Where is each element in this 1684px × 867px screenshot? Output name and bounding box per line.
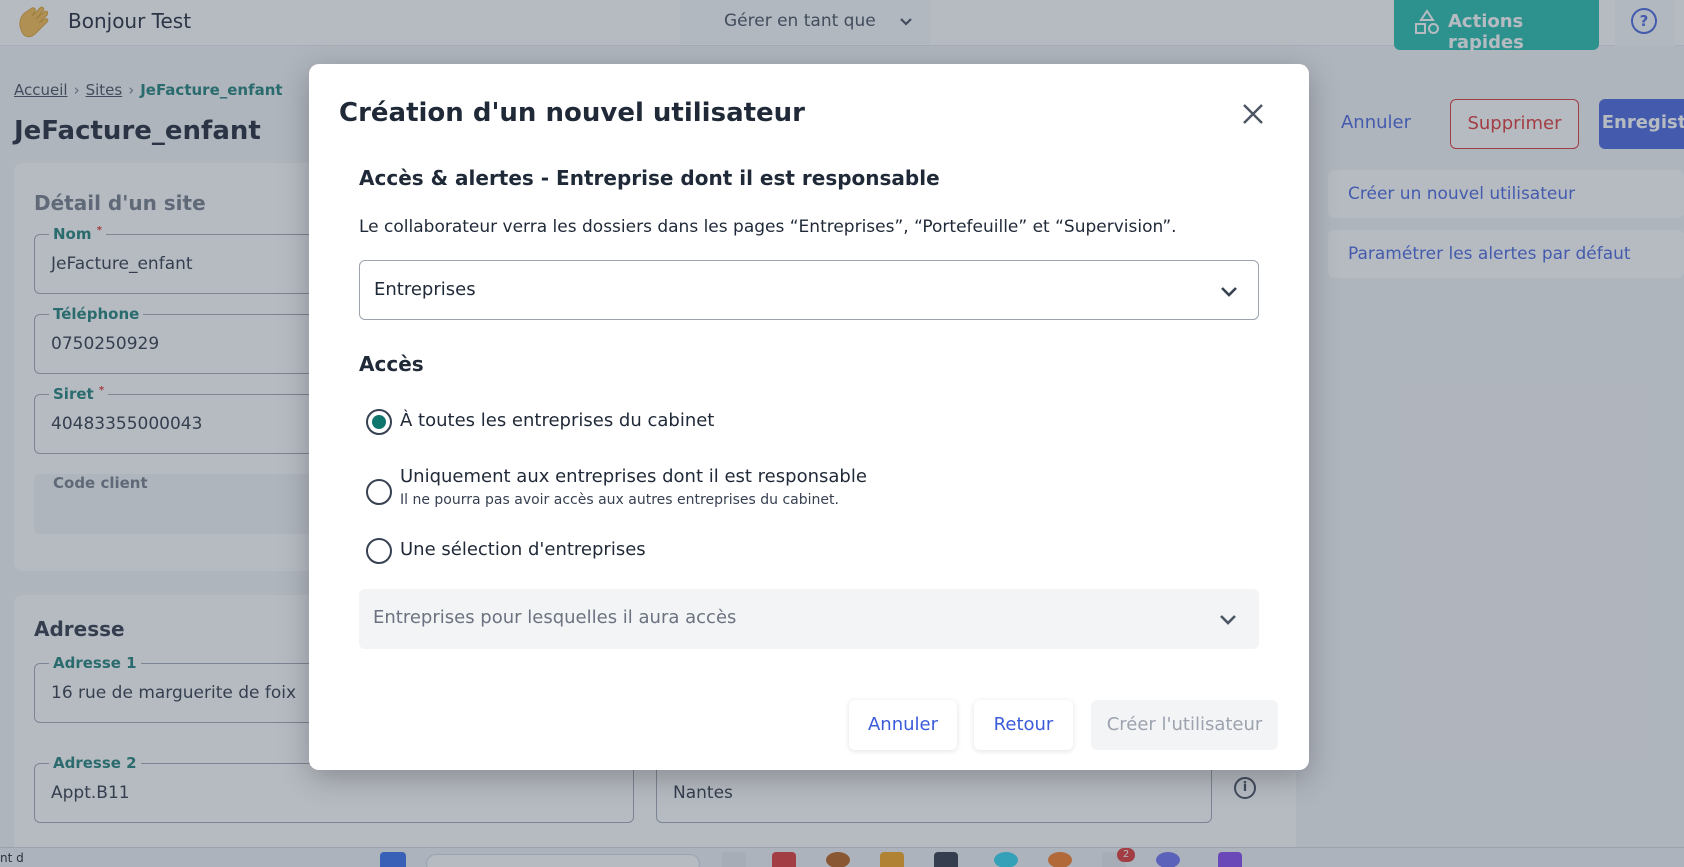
- chevron-down-icon: [1221, 287, 1237, 297]
- alerts-description: Le collaborateur verra les dossiers dans…: [359, 217, 1177, 237]
- access-option-label: À toutes les entreprises du cabinet: [400, 410, 715, 431]
- radio-button-checked[interactable]: [366, 409, 392, 435]
- access-option-label: Une sélection d'entreprises: [400, 539, 646, 560]
- access-option-hint: Il ne pourra pas avoir accès aux autres …: [400, 492, 839, 508]
- scope-select-value: Entreprises: [374, 279, 476, 300]
- companies-select-placeholder: Entreprises pour lesquelles il aura accè…: [373, 607, 737, 628]
- modal-back-button[interactable]: Retour: [974, 700, 1073, 750]
- access-option-label: Uniquement aux entreprises dont il est r…: [400, 466, 867, 487]
- chevron-down-icon: [1220, 615, 1236, 625]
- create-user-modal: Création d'un nouvel utilisateur Accès &…: [309, 64, 1309, 770]
- alerts-section-title: Accès & alertes - Entreprise dont il est…: [359, 166, 940, 190]
- modal-cancel-button[interactable]: Annuler: [849, 700, 957, 750]
- access-section-title: Accès: [359, 352, 424, 376]
- close-icon[interactable]: [1241, 102, 1265, 126]
- radio-button[interactable]: [366, 538, 392, 564]
- modal-title: Création d'un nouvel utilisateur: [339, 98, 806, 128]
- companies-select[interactable]: Entreprises pour lesquelles il aura accè…: [359, 589, 1259, 649]
- radio-button[interactable]: [366, 479, 392, 505]
- scope-select[interactable]: Entreprises: [359, 260, 1259, 320]
- create-user-button[interactable]: Créer l'utilisateur: [1091, 700, 1278, 750]
